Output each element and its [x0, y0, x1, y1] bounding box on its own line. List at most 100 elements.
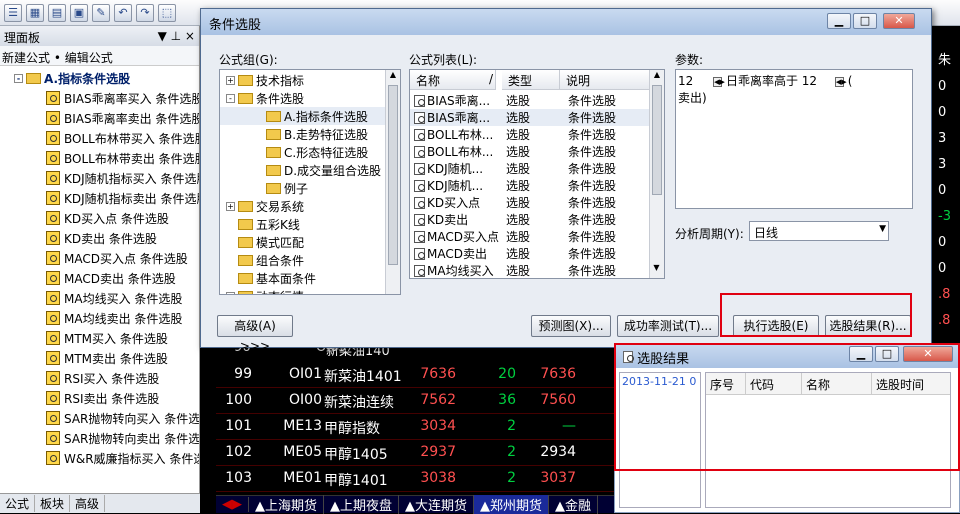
expand-icon[interactable]: + — [226, 201, 235, 211]
market-row[interactable]: 100 OI00 新菜油连续 7562 36 7560 — [216, 388, 614, 414]
close-icon[interactable]: ✕ — [883, 13, 915, 29]
formula-list-item[interactable]: MTM买入 条件选股 — [0, 328, 199, 348]
dropdown-arrow-icon[interactable]: ▼ — [879, 224, 886, 234]
formula-row[interactable]: BIAS乖离... 选股 条件选股 — [410, 109, 650, 126]
group-tree-item[interactable]: B.走势特征选股 — [220, 125, 400, 143]
group-scrollbar[interactable]: ▲ — [385, 70, 400, 294]
market-row[interactable]: 99 OI01 新菜油1401 7636 20 7636 — [216, 362, 614, 388]
formula-row[interactable]: BOLL布林... 选股 条件选股 — [410, 143, 650, 160]
market-cell-name: 甲醇1405 — [324, 447, 388, 463]
tab-scroll-left-icon[interactable]: ◀▶ — [216, 497, 249, 512]
tab-formula[interactable]: 公式 — [0, 495, 36, 512]
minimize-icon[interactable]: ▁ — [827, 13, 851, 29]
group-tree-item[interactable]: C.形态特征选股 — [220, 143, 400, 161]
params-box[interactable]: 12 ◀▶ 日乖离率高于 12 ◀▶ ( 卖出) — [675, 69, 913, 209]
preview-button[interactable]: 预测图(X)... — [531, 315, 611, 337]
formula-list-item[interactable]: KD买入点 条件选股 — [0, 208, 199, 228]
tab-finance[interactable]: ▲金融 — [549, 495, 598, 514]
formula-list-item[interactable]: W&R威廉指标买入 条件选股 — [0, 448, 199, 468]
col-type[interactable]: 类型 — [502, 70, 560, 90]
formula-row[interactable]: MA均线买入 选股 条件选股 — [410, 262, 650, 278]
formula-list-item[interactable]: MACD买入点 条件选股 — [0, 248, 199, 268]
col-desc[interactable]: 说明 — [560, 70, 654, 90]
market-cell-code: OI01 — [289, 366, 322, 382]
formula-list-item[interactable]: KDJ随机指标卖出 条件选股 — [0, 188, 199, 208]
formula-group-tree[interactable]: + 技术指标 - 条件选股 A.指标条件选股 B.走势特征选股 C.形态特征选股 D.成交量组… — [219, 69, 401, 295]
formula-row[interactable]: KD卖出 选股 条件选股 — [410, 211, 650, 228]
group-tree-item[interactable]: - 条件选股 — [220, 89, 400, 107]
formula-list-item[interactable]: MTM卖出 条件选股 — [0, 348, 199, 368]
market-row[interactable]: 103 ME01 甲醇1401 3038 2 3037 — [216, 466, 614, 492]
collapse-icon[interactable]: - — [14, 73, 23, 83]
formula-list-item[interactable]: MACD卖出 条件选股 — [0, 268, 199, 288]
group-tree-item[interactable]: + 技术指标 — [220, 71, 400, 89]
toolbar-image-icon[interactable]: ▣ — [70, 3, 88, 22]
toolbar-select-icon[interactable]: ⬚ — [158, 3, 176, 22]
left-panel-controls[interactable]: ▼ ⊥ × — [158, 29, 195, 43]
formula-row[interactable]: BOLL布林... 选股 条件选股 — [410, 126, 650, 143]
toolbar-grid-icon[interactable]: ▦ — [26, 3, 44, 22]
group-tree-item[interactable]: 组合条件 — [220, 251, 400, 269]
param1-spinner-icon[interactable]: ◀▶ — [713, 76, 725, 87]
formula-row[interactable]: KD买入点 选股 条件选股 — [410, 194, 650, 211]
tab-block[interactable]: 板块 — [35, 495, 71, 512]
group-tree-item[interactable]: 五彩K线 — [220, 215, 400, 233]
market-row[interactable]: 101 ME13 甲醇指数 3034 2 — — [216, 414, 614, 440]
group-tree-item[interactable]: 模式匹配 — [220, 233, 400, 251]
toolbar-undo-icon[interactable]: ↶ — [114, 3, 132, 22]
new-formula-button[interactable]: 新建公式 — [2, 51, 50, 65]
group-tree-item[interactable]: + 交易系统 — [220, 197, 400, 215]
expand-icon[interactable]: + — [226, 75, 235, 85]
tab-advanced[interactable]: 高级 — [70, 495, 106, 512]
market-row[interactable]: 102 ME05 甲醇1405 2937 2 2934 — [216, 440, 614, 466]
group-tree-item[interactable]: 基本面条件 — [220, 269, 400, 287]
market-cell-last: 2934 — [540, 444, 576, 460]
period-select[interactable]: 日线 ▼ — [749, 221, 889, 241]
param2-spinner-icon[interactable]: ◀▶ — [834, 76, 847, 87]
expand-icon[interactable]: + — [226, 291, 235, 294]
formula-row[interactable]: BIAS乖离... 选股 条件选股 — [410, 92, 650, 109]
list-scrollbar[interactable]: ▲ ▼ — [649, 70, 664, 278]
formula-icon — [46, 251, 60, 265]
formula-list-item[interactable]: BOLL布林带卖出 条件选股 — [0, 148, 199, 168]
advanced-button[interactable]: 高级(A) >>> — [217, 315, 293, 353]
formula-row[interactable]: MACD卖出 选股 条件选股 — [410, 245, 650, 262]
param1-value[interactable]: 12 — [678, 74, 693, 88]
formula-row[interactable]: KDJ随机... 选股 条件选股 — [410, 160, 650, 177]
tab-zhengzhou[interactable]: ▲郑州期货 — [474, 495, 549, 514]
maximize-icon[interactable]: □ — [853, 13, 877, 29]
toolbar-redo-icon[interactable]: ↷ — [136, 3, 154, 22]
formula-list-item[interactable]: BIAS乖离率买入 条件选股 — [0, 88, 199, 108]
formula-list[interactable]: 名称 / 类型 说明 BIAS乖离... 选股 条件选股 BIAS乖离... 选股 条件选… — [409, 69, 665, 279]
formula-list-item[interactable]: KDJ随机指标买入 条件选股 — [0, 168, 199, 188]
toolbar-tool-icon[interactable]: ✎ — [92, 3, 110, 22]
param2-value[interactable]: 12 — [802, 74, 817, 88]
formula-list-item[interactable]: RSI买入 条件选股 — [0, 368, 199, 388]
formula-list-item[interactable]: RSI卖出 条件选股 — [0, 388, 199, 408]
tab-shanghai-night[interactable]: ▲上期夜盘 — [324, 495, 399, 514]
formula-row[interactable]: KDJ随机... 选股 条件选股 — [410, 177, 650, 194]
group-tree-item[interactable]: 例子 — [220, 179, 400, 197]
formula-list-item[interactable]: BOLL布林带买入 条件选股 — [0, 128, 199, 148]
formula-list-item[interactable]: BIAS乖离率卖出 条件选股 — [0, 108, 199, 128]
group-tree-item[interactable]: A.指标条件选股 — [220, 107, 400, 125]
right-edge-value: 0 — [938, 261, 947, 276]
group-tree-item[interactable]: D.成交量组合选股 — [220, 161, 400, 179]
formula-list-item[interactable]: MA均线卖出 条件选股 — [0, 308, 199, 328]
formula-list-item[interactable]: SAR抛物转向卖出 条件选股 — [0, 428, 199, 448]
market-cell-code: OI00 — [289, 392, 322, 408]
expand-icon[interactable]: - — [226, 93, 235, 103]
left-panel-tabs: 公式 板块 高级 — [0, 493, 200, 513]
success-test-button[interactable]: 成功率测试(T)... — [617, 315, 719, 337]
formula-list-item[interactable]: MA均线买入 条件选股 — [0, 288, 199, 308]
edit-formula-button[interactable]: 编辑公式 — [65, 51, 113, 65]
tab-dalian[interactable]: ▲大连期货 — [399, 495, 474, 514]
formula-list-item[interactable]: KD卖出 条件选股 — [0, 228, 199, 248]
toolbar-list-icon[interactable]: ☰ — [4, 3, 22, 22]
toolbar-chart-icon[interactable]: ▤ — [48, 3, 66, 22]
formula-list-item[interactable]: SAR抛物转向买入 条件选股 — [0, 408, 199, 428]
group-tree-item[interactable]: +动态行情 — [220, 287, 400, 294]
tab-shanghai[interactable]: ▲上海期货 — [249, 495, 324, 514]
tree-root-a[interactable]: - A.指标条件选股 — [0, 68, 199, 88]
formula-row[interactable]: MACD买入点 选股 条件选股 — [410, 228, 650, 245]
